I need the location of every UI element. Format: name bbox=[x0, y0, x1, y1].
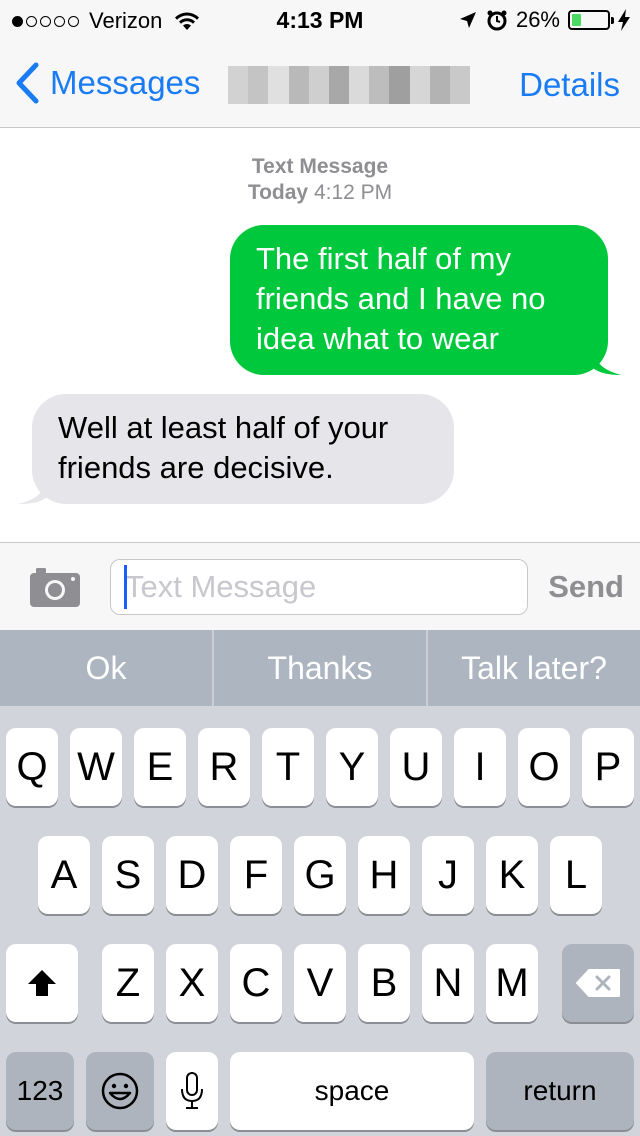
shift-arrow-icon bbox=[28, 970, 56, 996]
battery-icon bbox=[568, 10, 614, 30]
key-i[interactable]: I bbox=[454, 728, 506, 806]
conversation-view[interactable]: Text Message Today 4:12 PM The first hal… bbox=[0, 128, 640, 542]
keyboard: Q W E R T Y U I O P A S D F G H J K L Z … bbox=[0, 706, 640, 1136]
location-arrow-icon bbox=[459, 12, 476, 28]
battery-percent: 26% bbox=[515, 7, 560, 32]
key-d[interactable]: D bbox=[166, 836, 218, 914]
send-button[interactable]: Send bbox=[548, 569, 624, 605]
battery-level-fill bbox=[572, 14, 581, 26]
camera-icon[interactable] bbox=[28, 565, 82, 609]
backspace-icon bbox=[576, 969, 620, 997]
incoming-message-bubble[interactable]: Well at least half of your friends are d… bbox=[18, 394, 454, 504]
status-right: 26% bbox=[458, 7, 630, 33]
key-k[interactable]: K bbox=[486, 836, 538, 914]
charging-bolt-icon bbox=[618, 9, 630, 31]
chevron-left-icon bbox=[16, 62, 39, 104]
delete-key[interactable] bbox=[562, 944, 634, 1022]
suggestion-ok[interactable]: Ok bbox=[0, 630, 214, 706]
key-s[interactable]: S bbox=[102, 836, 154, 914]
key-v[interactable]: V bbox=[294, 944, 346, 1022]
microphone-icon bbox=[181, 1072, 203, 1109]
emoji-smiley-icon bbox=[101, 1072, 139, 1110]
space-key[interactable]: space bbox=[230, 1052, 474, 1130]
key-a[interactable]: A bbox=[38, 836, 90, 914]
message-type-label: Text Message bbox=[251, 155, 389, 178]
details-button[interactable]: Details bbox=[519, 66, 620, 104]
key-x[interactable]: X bbox=[166, 944, 218, 1022]
contact-name-redacted bbox=[228, 66, 470, 104]
key-f[interactable]: F bbox=[230, 836, 282, 914]
outgoing-message-bubble[interactable]: The first half of my friends and I have … bbox=[230, 225, 622, 375]
message-text: The first half of my friends and I have … bbox=[256, 241, 546, 356]
compose-bar: Send bbox=[0, 542, 640, 630]
dictation-key[interactable] bbox=[166, 1052, 218, 1130]
message-timestamp: Today 4:12 PM bbox=[247, 181, 393, 204]
key-c[interactable]: C bbox=[230, 944, 282, 1022]
shift-key[interactable] bbox=[6, 944, 78, 1022]
suggestion-talk-later[interactable]: Talk later? bbox=[428, 630, 640, 706]
key-r[interactable]: R bbox=[198, 728, 250, 806]
key-b[interactable]: B bbox=[358, 944, 410, 1022]
key-n[interactable]: N bbox=[422, 944, 474, 1022]
key-o[interactable]: O bbox=[518, 728, 570, 806]
key-z[interactable]: Z bbox=[102, 944, 154, 1022]
key-t[interactable]: T bbox=[262, 728, 314, 806]
key-j[interactable]: J bbox=[422, 836, 474, 914]
predictive-text-bar: Ok Thanks Talk later? bbox=[0, 630, 640, 706]
navigation-bar: Messages Details bbox=[0, 40, 640, 128]
key-l[interactable]: L bbox=[550, 836, 602, 914]
status-bar: Verizon 4:13 PM 26% bbox=[0, 0, 640, 40]
emoji-key[interactable] bbox=[86, 1052, 154, 1130]
back-button[interactable]: Messages bbox=[14, 62, 200, 104]
message-input[interactable] bbox=[110, 559, 528, 615]
bubble-tail bbox=[18, 474, 48, 504]
key-h[interactable]: H bbox=[358, 836, 410, 914]
text-cursor bbox=[124, 565, 127, 609]
key-m[interactable]: M bbox=[486, 944, 538, 1022]
key-y[interactable]: Y bbox=[326, 728, 378, 806]
message-text: Well at least half of your friends are d… bbox=[58, 410, 389, 485]
back-label: Messages bbox=[50, 64, 201, 101]
key-e[interactable]: E bbox=[134, 728, 186, 806]
key-u[interactable]: U bbox=[390, 728, 442, 806]
return-key[interactable]: return bbox=[486, 1052, 634, 1130]
key-g[interactable]: G bbox=[294, 836, 346, 914]
key-p[interactable]: P bbox=[582, 728, 634, 806]
suggestion-thanks[interactable]: Thanks bbox=[214, 630, 428, 706]
alarm-clock-icon bbox=[487, 10, 507, 31]
key-q[interactable]: Q bbox=[6, 728, 58, 806]
key-w[interactable]: W bbox=[70, 728, 122, 806]
bubble-tail bbox=[592, 345, 622, 375]
numbers-key[interactable]: 123 bbox=[6, 1052, 74, 1130]
